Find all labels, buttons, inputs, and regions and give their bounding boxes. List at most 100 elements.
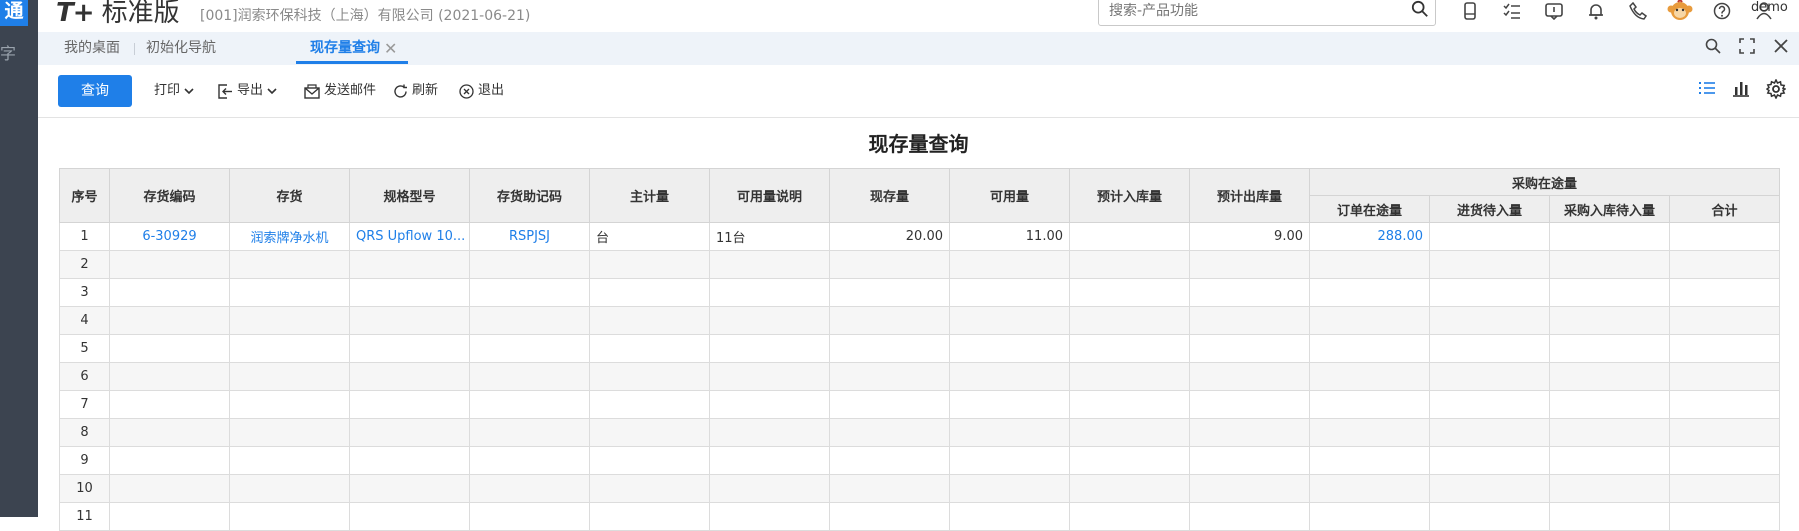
table-row[interactable]: 10 [59,474,1781,503]
table-row[interactable]: 8 [59,418,1781,447]
cell-onhand [829,474,950,503]
cell-exp-out [1189,474,1310,503]
search-box[interactable] [1098,0,1436,26]
cell-unit: 台 [589,222,710,251]
col-header-onhand[interactable]: 现存量 [829,168,950,223]
brand-name: 标准版 [101,0,180,28]
cell-unit [589,362,710,391]
col-header-mnemonic[interactable]: 存货助记码 [469,168,590,223]
cell-purchase-pending [1549,306,1670,335]
cell-mnemonic [469,250,590,279]
col-header-total[interactable]: 合计 [1668,195,1781,223]
print-button[interactable]: 打印 [154,65,194,117]
rail-menu-glyph[interactable]: 字 [0,40,16,64]
cell-available: 11.00 [949,222,1070,251]
cell-seq: 5 [59,334,110,363]
message-icon[interactable] [1533,0,1575,22]
table-row[interactable]: 9 [59,446,1781,475]
cell-code [109,306,230,335]
table-row[interactable]: 6 [59,362,1781,391]
cell-purchase-pending [1549,474,1670,503]
cell-seq: 7 [59,390,110,419]
col-header-purchase-pending[interactable]: 采购入库待入量 [1549,195,1670,223]
cell-spec[interactable]: QRS Upflow 10... [349,222,470,251]
table-row[interactable]: 7 [59,390,1781,419]
send-email-button[interactable]: 发送邮件 [304,65,376,117]
cell-arrival-pending [1429,278,1550,307]
tab-search-icon[interactable] [1705,38,1721,54]
cell-exp-out: 9.00 [1189,222,1310,251]
cell-spec [349,418,470,447]
cell-code[interactable]: 6-30929 [109,222,230,251]
cell-total [1668,446,1781,475]
export-button[interactable]: 导出 [218,65,277,117]
mascot-avatar[interactable] [1659,0,1701,22]
table-row[interactable]: 2 [59,250,1781,279]
product-brand: T+ 标准版 [56,0,180,29]
cell-mnemonic [469,418,590,447]
cell-spec [349,278,470,307]
phone-icon[interactable] [1617,0,1659,22]
col-header-arrival-pending[interactable]: 进货待入量 [1429,195,1550,223]
cell-exp-out [1189,334,1310,363]
close-all-icon[interactable] [1773,38,1789,54]
cell-order-transit[interactable]: 288.00 [1309,222,1430,251]
cell-spec [349,390,470,419]
cell-avail-note: 11台 [709,222,830,251]
bell-icon[interactable] [1575,0,1617,22]
col-header-order-transit[interactable]: 订单在途量 [1309,195,1430,223]
cell-exp-in [1069,334,1190,363]
help-icon[interactable] [1701,0,1743,22]
search-input[interactable] [1107,0,1401,25]
cell-code [109,418,230,447]
col-header-seq[interactable]: 序号 [59,168,110,223]
fullscreen-icon[interactable] [1739,38,1755,54]
col-header-available[interactable]: 可用量 [949,168,1070,223]
cell-seq: 9 [59,446,110,475]
cell-onhand [829,278,950,307]
cell-arrival-pending [1429,418,1550,447]
cell-onhand [829,446,950,475]
list-view-icon[interactable] [1698,79,1716,97]
top-header: T+ 标准版 [001]润索环保科技（上海）有限公司 (2021-06-21) … [38,0,1799,32]
cell-mnemonic[interactable]: RSPJSJ [469,222,590,251]
cell-mnemonic [469,474,590,503]
search-icon[interactable] [1411,0,1429,18]
col-header-expected-out[interactable]: 预计出库量 [1189,168,1310,223]
table-row[interactable]: 4 [59,306,1781,335]
table-row[interactable]: 1 6-30929 润索牌净水机 QRS Upflow 10... RSPJSJ 台 11台… [59,222,1781,251]
cell-seq: 1 [59,222,110,251]
cell-item [229,334,350,363]
col-header-unit[interactable]: 主计量 [589,168,710,223]
table-row[interactable]: 3 [59,278,1781,307]
settings-gear-icon[interactable] [1766,79,1786,99]
table-row[interactable]: 5 [59,334,1781,363]
tab-my-desktop[interactable]: 我的桌面 [64,32,120,65]
query-button[interactable]: 查询 [58,75,132,107]
refresh-icon [394,84,407,98]
toolbar: 查询 打印 导出 发送邮件 刷新 退出 [38,65,1799,118]
mobile-icon[interactable] [1449,0,1491,22]
cell-available [949,474,1070,503]
cell-seq: 8 [59,418,110,447]
cell-mnemonic [469,278,590,307]
col-header-avail-note[interactable]: 可用量说明 [709,168,830,223]
cell-exp-in [1069,278,1190,307]
cell-order-transit [1309,390,1430,419]
col-header-spec[interactable]: 规格型号 [349,168,470,223]
task-list-icon[interactable] [1491,0,1533,22]
exit-button[interactable]: 退出 [459,65,504,117]
col-header-expected-in[interactable]: 预计入库量 [1069,168,1190,223]
tab-init-guide[interactable]: 初始化导航 [146,32,216,65]
col-header-item[interactable]: 存货 [229,168,350,223]
cell-arrival-pending [1429,474,1550,503]
cell-exp-out [1189,306,1310,335]
cell-item[interactable]: 润索牌净水机 [229,222,350,251]
refresh-button[interactable]: 刷新 [393,65,438,117]
app-logo[interactable]: 通 [0,0,28,26]
user-name[interactable]: demo [1751,0,1788,15]
cell-unit [589,306,710,335]
col-header-code[interactable]: 存货编码 [109,168,230,223]
chart-view-icon[interactable] [1732,79,1750,97]
cell-total [1668,250,1781,279]
